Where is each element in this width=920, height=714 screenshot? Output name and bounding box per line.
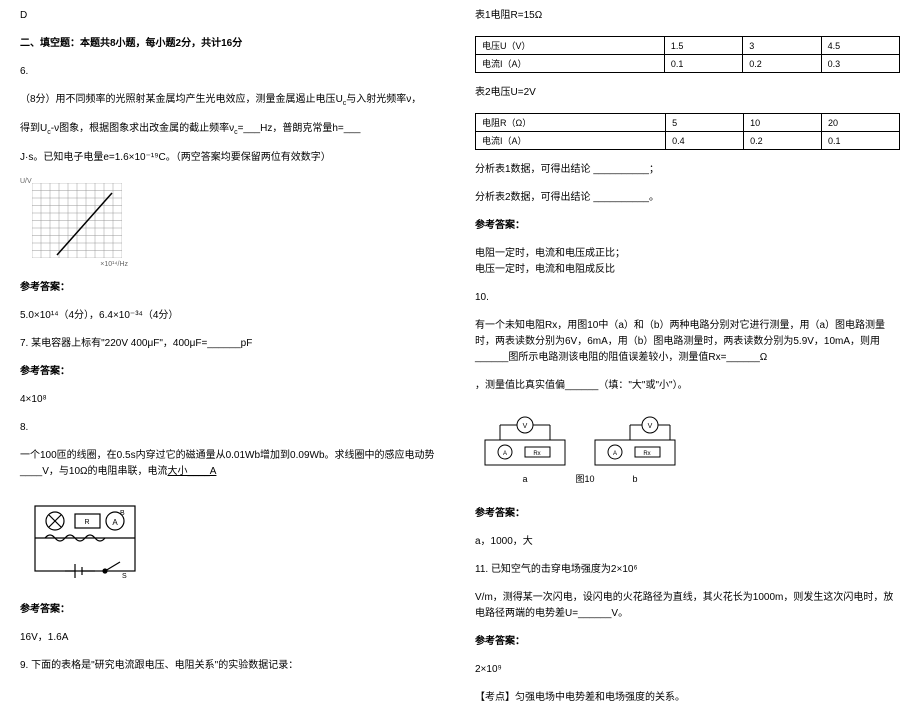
t1-r1c1: 电压U（V） [476,37,665,55]
t2-r1c2: 5 [666,114,744,132]
q11-text2: V/m，测得某一次闪电，设闪电的火花路径为直线，其火花长为1000m，则发生这次… [475,590,900,622]
q7: 7. 某电容器上标有"220V 400μF"，400μF=______pF [20,336,445,352]
q10-circuit-diagram: V A Rx V A Rx a 图10 b [475,410,695,490]
t2-r1c1: 电阻R（Ω） [476,114,666,132]
table1: 电压U（V） 1.5 3 4.5 电流I（A） 0.1 0.2 0.3 [475,36,900,73]
q9-blank1: 分析表1数据，可得出结论 __________； [475,162,900,178]
choice-d: D [20,8,445,24]
q10-text2: ，测量值比真实值偏______（填："大"或"小"）。 [475,378,900,394]
q6-text2c: =___Hz，普朗克常量h=___ [238,123,361,134]
svg-text:A: A [503,451,507,457]
table-row: 电流I（A） 0.1 0.2 0.3 [476,55,900,73]
q8-circuit-diagram: A R B S [20,496,150,586]
q9-answer-label: 参考答案： [475,218,900,234]
svg-text:V: V [523,423,528,430]
q6-text2b: -ν图象，根据图象求出改金属的截止频率ν [51,123,234,134]
t1-r2c1: 电流I（A） [476,55,665,73]
table-row: 电流I（A） 0.4 0.2 0.1 [476,132,900,150]
q9-answer2: 电压一定时，电流和电阻成反比 [475,262,900,278]
q7-answer-label: 参考答案： [20,364,445,380]
fig-a-label: a [522,474,527,484]
t2-r2c3: 0.2 [744,132,822,150]
q11-text1: 11. 已知空气的击穿电场强度为2×10⁶ [475,562,900,578]
svg-text:S: S [122,573,127,580]
t2-r1c4: 20 [822,114,900,132]
q6-text1b: 与入射光频率ν， [346,94,421,105]
q8-answer-label: 参考答案： [20,602,445,618]
table2: 电阻R（Ω） 5 10 20 电流I（A） 0.4 0.2 0.1 [475,113,900,150]
t2-r1c3: 10 [744,114,822,132]
q8-underline: 大小____A [168,466,217,477]
t1-r2c2: 0.1 [664,55,742,73]
q6-graph: U/V ×10¹⁴/Hz [20,178,130,268]
table1-title: 表1电阻R=15Ω [475,8,900,24]
svg-text:Rx: Rx [643,451,650,457]
q10-answer-label: 参考答案： [475,506,900,522]
q8-answer: 16V，1.6A [20,630,445,646]
t1-r2c4: 0.3 [821,55,899,73]
q6-line3: J·s。已知电子电量e=1.6×10⁻¹⁹C。（两空答案均要保留两位有效数字） [20,150,445,166]
q9-blank2: 分析表2数据，可得出结论 __________。 [475,190,900,206]
q6-answer: 5.0×10¹⁴（4分），6.4×10⁻³⁴（4分） [20,308,445,324]
t1-r1c4: 4.5 [821,37,899,55]
fig-label: 图10 [575,474,594,484]
q11-answer-label: 参考答案： [475,634,900,650]
table2-title: 表2电压U=2V [475,85,900,101]
fig-b-label: b [632,474,637,484]
table-row: 电阻R（Ω） 5 10 20 [476,114,900,132]
t2-r2c2: 0.4 [666,132,744,150]
t1-r2c3: 0.2 [743,55,821,73]
q10-answer: a，1000，大 [475,534,900,550]
q9-answer1: 电阻一定时，电流和电压成正比； [475,246,900,262]
svg-text:V: V [648,423,653,430]
q6-text2: 得到 [20,123,40,134]
t2-r2c1: 电流I（A） [476,132,666,150]
svg-text:R: R [84,519,89,526]
q6-line2: 得到Uc-ν图象，根据图象求出改金属的截止频率νc=___Hz，普朗克常量h=_… [20,121,445,138]
q9: 9. 下面的表格是"研究电流跟电压、电阻关系"的实验数据记录： [20,658,445,674]
q6-text1: （8分）用不同频率的光照射某金属均产生光电效应，测量金属遏止电压 [20,94,336,105]
graph-ylabel: U/V [20,178,32,185]
q6-uc: U [336,94,343,105]
graph-xlabel: ×10¹⁴/Hz [100,261,128,268]
q8-number: 8. [20,420,445,436]
q10-number: 10. [475,290,900,306]
svg-text:B: B [120,510,125,517]
svg-text:A: A [112,518,118,527]
q7-answer: 4×10⁸ [20,392,445,408]
section-2-header: 二、填空题：本题共8小题，每小题2分，共计16分 [20,36,445,52]
t2-r2c4: 0.1 [822,132,900,150]
q8: 一个100匝的线圈，在0.5s内穿过它的磁通量从0.01Wb增加到0.09Wb。… [20,448,445,480]
q6-number: 6. [20,64,445,80]
t1-r1c3: 3 [743,37,821,55]
q10-text1: 有一个未知电阻Rx，用图10中（a）和（b）两种电路分别对它进行测量，用（a）图… [475,318,900,366]
q6-answer-label: 参考答案： [20,280,445,296]
q8-text: 一个100匝的线圈，在0.5s内穿过它的磁通量从0.01Wb增加到0.09Wb。… [20,450,435,477]
q6-line1: （8分）用不同频率的光照射某金属均产生光电效应，测量金属遏止电压Uc与入射光频率… [20,92,445,109]
svg-text:A: A [613,451,617,457]
q11-keypoint: 【考点】匀强电场中电势差和电场强度的关系。 [475,690,900,706]
table-row: 电压U（V） 1.5 3 4.5 [476,37,900,55]
svg-text:Rx: Rx [533,451,540,457]
q11-answer: 2×10⁹ [475,662,900,678]
t1-r1c2: 1.5 [664,37,742,55]
